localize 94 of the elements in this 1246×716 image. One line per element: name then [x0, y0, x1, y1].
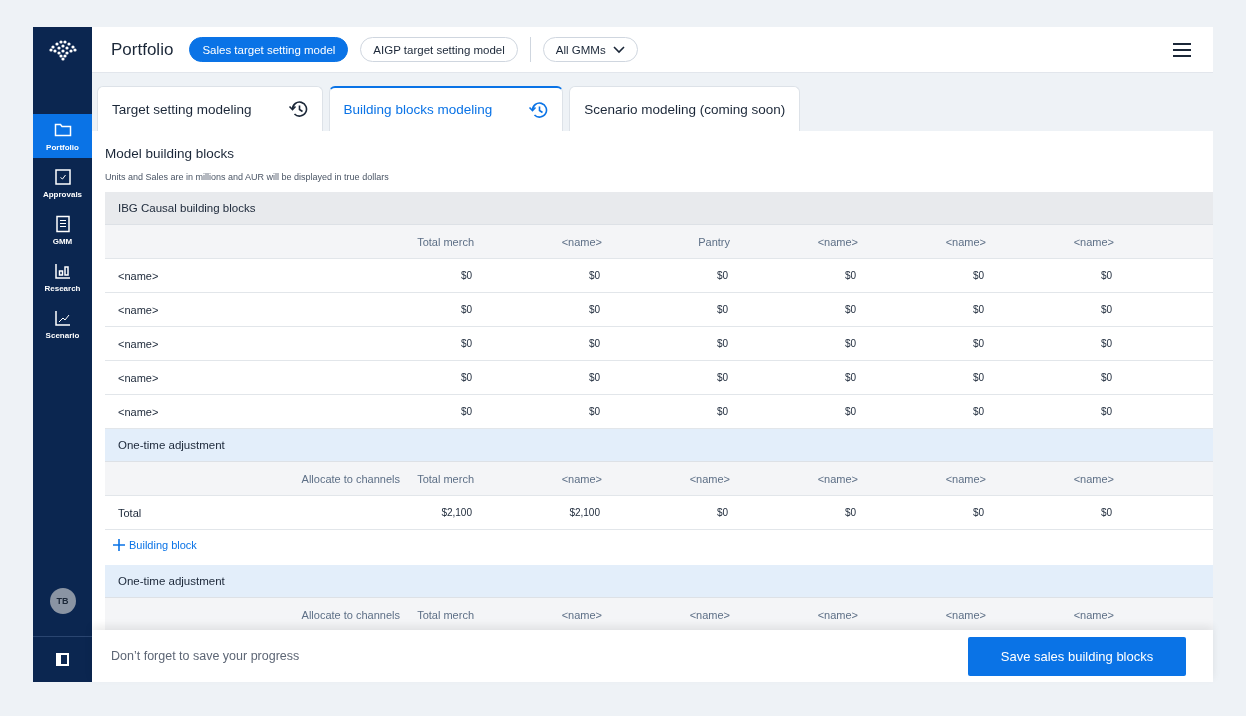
sidebar-item[interactable]: Scenario	[33, 302, 92, 346]
column-header: <name>	[1073, 472, 1114, 485]
page-title: Portfolio	[111, 39, 174, 60]
table-cell: $0	[460, 372, 472, 383]
table-cell: $0	[972, 270, 984, 281]
row-label: <name>	[118, 371, 159, 384]
table-cell: $0	[716, 304, 728, 315]
row-label: <name>	[118, 303, 159, 316]
table-cell: $0	[1100, 372, 1112, 383]
logo-icon	[48, 38, 77, 61]
column-header: <name>	[817, 472, 858, 485]
table-cell: $0	[972, 338, 984, 349]
column-header: <name>	[817, 608, 858, 621]
user-avatar[interactable]: TB	[49, 588, 76, 614]
table-cell: $0	[588, 372, 600, 383]
column-header: <name>	[689, 472, 730, 485]
sidebar-toggle-icon[interactable]	[56, 653, 69, 666]
table-cell: $2,100	[569, 507, 600, 518]
table-cell: $0	[1100, 304, 1112, 315]
column-header: Allocate to channels	[301, 608, 400, 621]
column-header: Allocate to channels	[301, 472, 400, 485]
column-header: <name>	[945, 235, 986, 248]
table-cell: $0	[844, 507, 856, 518]
column-header: <name>	[1073, 235, 1114, 248]
model-toggle[interactable]: AIGP target setting model	[360, 37, 518, 62]
bar-chart-icon	[53, 262, 72, 280]
table-cell: $2,100	[441, 507, 472, 518]
table-cell: $0	[972, 507, 984, 518]
row-label: Total	[118, 506, 142, 519]
table-cell: $0	[1100, 406, 1112, 417]
table-cell: $0	[588, 304, 600, 315]
model-toggle[interactable]: Sales target setting model	[189, 37, 349, 62]
folder-icon	[53, 121, 72, 139]
table-cell: $0	[460, 338, 472, 349]
units-note: Units and Sales are in millions and AUR will be displayed in true dollars	[105, 172, 390, 182]
row-label: <name>	[118, 269, 159, 282]
table-cell: $0	[588, 406, 600, 417]
tab[interactable]: Scenario modeling (coming soon)	[569, 86, 801, 131]
section-header: One-time adjustment	[105, 429, 1213, 462]
column-header: <name>	[817, 235, 858, 248]
table-cell: $0	[588, 270, 600, 281]
save-reminder: Don’t forget to save your progress	[111, 649, 300, 663]
tab[interactable]: Target setting modeling	[97, 86, 323, 131]
table-cell: $0	[716, 270, 728, 281]
table-cell: $0	[716, 406, 728, 417]
gmm-dropdown[interactable]: All GMMs	[542, 37, 638, 62]
line-chart-icon	[53, 309, 72, 327]
table-cell: $0	[460, 406, 472, 417]
table-cell: $0	[1100, 507, 1112, 518]
table-cell: $0	[972, 372, 984, 383]
menu-icon[interactable]	[1173, 42, 1191, 57]
table-cell: $0	[844, 270, 856, 281]
plus-icon	[113, 539, 125, 551]
row-label: <name>	[118, 337, 159, 350]
table-cell: $0	[844, 406, 856, 417]
table-cell: $0	[716, 338, 728, 349]
table-cell: $0	[716, 372, 728, 383]
section-header: IBG Causal building blocks	[105, 192, 1213, 225]
column-header: <name>	[945, 608, 986, 621]
column-header: <name>	[689, 608, 730, 621]
table-cell: $0	[588, 338, 600, 349]
table-cell: $0	[1100, 338, 1112, 349]
table-cell: $0	[972, 304, 984, 315]
table-cell: $0	[1100, 270, 1112, 281]
table-cell: $0	[716, 507, 728, 518]
sidebar-item[interactable]: Approvals	[33, 161, 92, 205]
column-header: <name>	[561, 472, 602, 485]
chevron-down-icon	[612, 45, 625, 54]
sidebar-item[interactable]: Portfolio	[33, 114, 92, 158]
column-header: <name>	[1073, 608, 1114, 621]
document-icon	[53, 215, 72, 233]
history-icon[interactable]	[287, 100, 308, 118]
section-header: One-time adjustment	[105, 565, 1213, 598]
table-cell: $0	[972, 406, 984, 417]
sidebar-item[interactable]: Research	[33, 255, 92, 299]
table-cell: $0	[460, 270, 472, 281]
add-building-block-button[interactable]: Building block	[105, 530, 197, 560]
table-cell: $0	[844, 338, 856, 349]
column-header: <name>	[945, 472, 986, 485]
table-cell: $0	[844, 304, 856, 315]
table-cell: $0	[844, 372, 856, 383]
table-cell: $0	[460, 304, 472, 315]
column-header: <name>	[561, 235, 602, 248]
row-label: <name>	[118, 405, 159, 418]
tab[interactable]: Building blocks modeling	[328, 86, 564, 131]
column-header: Total merch	[417, 608, 474, 621]
column-header: Pantry	[698, 235, 730, 248]
save-button[interactable]: Save sales building blocks	[968, 636, 1186, 676]
column-header: Total merch	[417, 235, 474, 248]
section-title: Model building blocks	[105, 146, 236, 161]
column-header: Total merch	[417, 472, 474, 485]
sidebar-item[interactable]: GMM	[33, 208, 92, 252]
column-header: <name>	[561, 608, 602, 621]
checkbox-icon	[53, 168, 72, 186]
